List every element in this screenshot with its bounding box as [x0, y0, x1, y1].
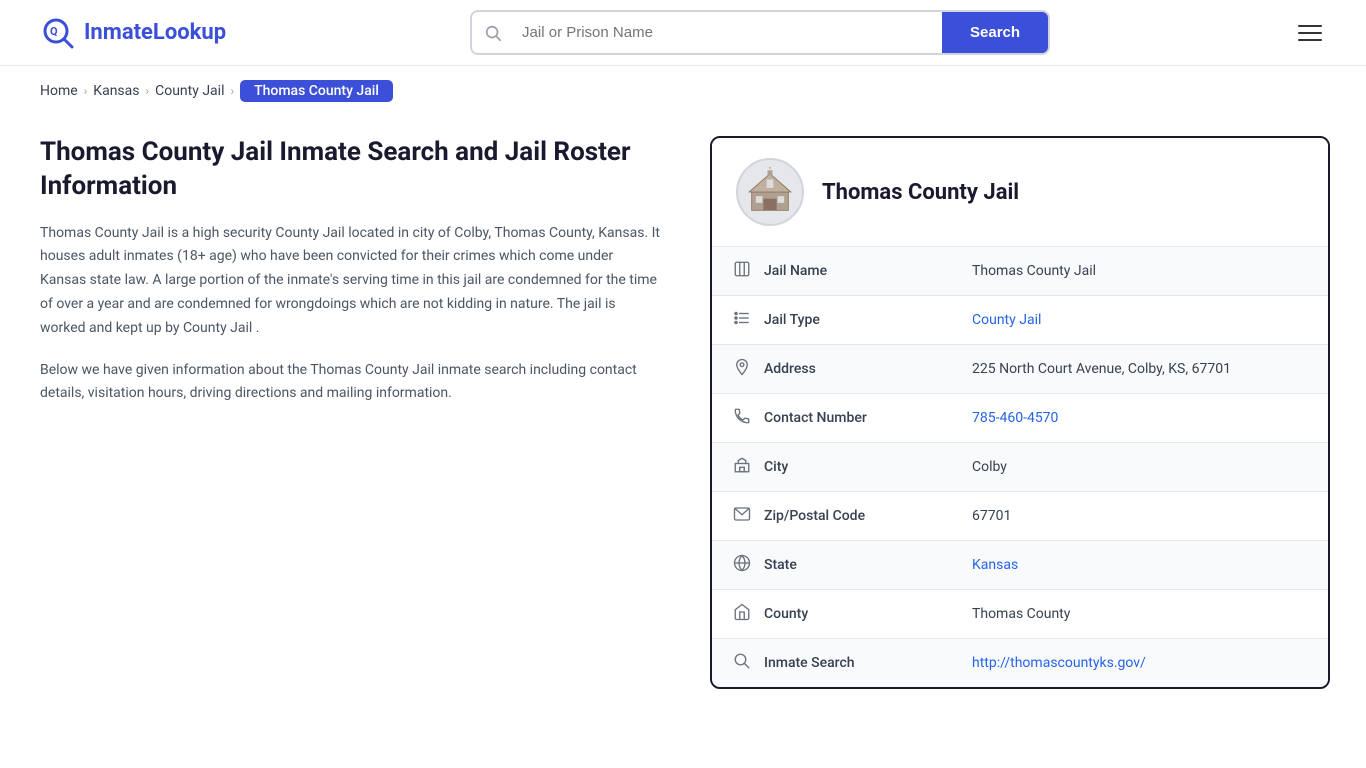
- breadcrumb: Home › Kansas › County Jail › Thomas Cou…: [0, 66, 1366, 116]
- label-text: Jail Name: [764, 263, 827, 279]
- value-link[interactable]: Kansas: [972, 557, 1018, 573]
- label-text: State: [764, 557, 797, 573]
- breadcrumb-current: Thomas County Jail: [240, 80, 393, 102]
- value-cell[interactable]: County Jail: [952, 296, 1328, 345]
- table-row: State Kansas: [712, 541, 1328, 590]
- value-cell: Thomas County Jail: [952, 247, 1328, 296]
- county-icon: [732, 603, 752, 625]
- search-button[interactable]: Search: [942, 12, 1048, 53]
- description-2: Below we have given information about th…: [40, 359, 660, 407]
- search-icon: [732, 652, 752, 674]
- info-card: Thomas County Jail Jail Name Thomas Count…: [710, 136, 1330, 689]
- left-column: Thomas County Jail Inmate Search and Jai…: [40, 136, 680, 689]
- table-row: City Colby: [712, 443, 1328, 492]
- menu-button[interactable]: [1294, 21, 1326, 45]
- svg-text:Q: Q: [50, 25, 58, 38]
- value-cell: 67701: [952, 492, 1328, 541]
- table-row: Jail Type County Jail: [712, 296, 1328, 345]
- value-cell: Thomas County: [952, 590, 1328, 639]
- chevron-icon: ›: [230, 84, 234, 98]
- info-table: Jail Name Thomas County Jail Jail Type Coun…: [712, 247, 1328, 687]
- label-text: County: [764, 606, 808, 622]
- description-1: Thomas County Jail is a high security Co…: [40, 222, 660, 341]
- search-icon: [472, 24, 514, 42]
- list-icon: [732, 309, 752, 331]
- right-column: Thomas County Jail Jail Name Thomas Count…: [710, 136, 1330, 689]
- value-link[interactable]: County Jail: [972, 312, 1041, 328]
- logo[interactable]: Q InmateLookup: [40, 15, 226, 51]
- mail-icon: [732, 505, 752, 527]
- phone-icon: [732, 407, 752, 429]
- breadcrumb-home[interactable]: Home: [40, 83, 78, 99]
- label-text: Zip/Postal Code: [764, 508, 865, 524]
- table-row: County Thomas County: [712, 590, 1328, 639]
- value-cell: Colby: [952, 443, 1328, 492]
- label-text: City: [764, 459, 788, 475]
- table-row: Inmate Search http://thomascountyks.gov/: [712, 639, 1328, 688]
- table-row: Contact Number 785-460-4570: [712, 394, 1328, 443]
- search-area: Search: [470, 10, 1050, 55]
- table-row: Zip/Postal Code 67701: [712, 492, 1328, 541]
- city-icon: [732, 456, 752, 478]
- value-link[interactable]: 785-460-4570: [972, 410, 1058, 426]
- label-text: Contact Number: [764, 410, 867, 426]
- jail-icon: [732, 260, 752, 282]
- breadcrumb-county-jail[interactable]: County Jail: [155, 83, 224, 99]
- value-cell[interactable]: Kansas: [952, 541, 1328, 590]
- search-input[interactable]: [514, 12, 942, 53]
- logo-icon: Q: [40, 15, 76, 51]
- main-content: Thomas County Jail Inmate Search and Jai…: [0, 116, 1366, 729]
- value-link[interactable]: http://thomascountyks.gov/: [972, 655, 1146, 671]
- label-text: Jail Type: [764, 312, 820, 328]
- chevron-icon: ›: [146, 84, 150, 98]
- location-icon: [732, 358, 752, 380]
- breadcrumb-kansas[interactable]: Kansas: [93, 83, 139, 99]
- value-cell[interactable]: http://thomascountyks.gov/: [952, 639, 1328, 688]
- globe-icon: [732, 554, 752, 576]
- label-text: Inmate Search: [764, 655, 855, 671]
- label-text: Address: [764, 361, 816, 377]
- page-title: Thomas County Jail Inmate Search and Jai…: [40, 136, 660, 204]
- logo-text: InmateLookup: [84, 20, 226, 45]
- table-row: Jail Name Thomas County Jail: [712, 247, 1328, 296]
- value-cell[interactable]: 785-460-4570: [952, 394, 1328, 443]
- card-facility-name: Thomas County Jail: [822, 180, 1019, 205]
- site-header: Q InmateLookup Search: [0, 0, 1366, 66]
- value-cell: 225 North Court Avenue, Colby, KS, 67701: [952, 345, 1328, 394]
- table-row: Address 225 North Court Avenue, Colby, KS…: [712, 345, 1328, 394]
- chevron-icon: ›: [84, 84, 88, 98]
- facility-image: [736, 158, 804, 226]
- card-header: Thomas County Jail: [712, 138, 1328, 247]
